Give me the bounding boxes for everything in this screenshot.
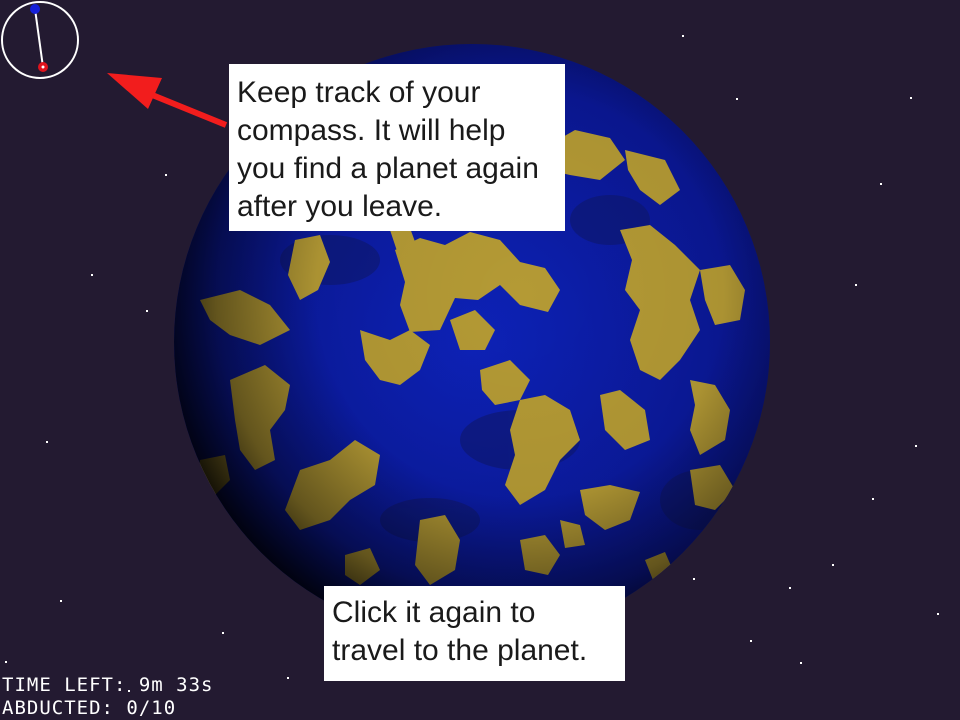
pointer-arrow-icon xyxy=(107,73,228,128)
star xyxy=(855,284,857,286)
star xyxy=(750,640,752,642)
star xyxy=(682,35,684,37)
star xyxy=(937,613,939,615)
abducted-readout: ABDUCTED: 0/10 xyxy=(2,697,176,719)
time-left-value: 9m 33s xyxy=(138,674,214,696)
travel-tooltip: Click it again to travel to the planet. xyxy=(324,586,625,681)
star xyxy=(5,661,7,663)
star xyxy=(880,183,882,185)
star xyxy=(693,578,695,580)
star xyxy=(789,587,791,589)
time-left-label: TIME LEFT: xyxy=(2,674,127,696)
star xyxy=(915,445,917,447)
compass-tooltip: Keep track of your compass. It will help… xyxy=(229,64,565,231)
star xyxy=(910,97,912,99)
star xyxy=(91,274,93,276)
star xyxy=(60,600,62,602)
time-left-readout: TIME LEFT: 9m 33s xyxy=(2,674,213,696)
abducted-label: ABDUCTED: xyxy=(2,697,114,719)
star xyxy=(165,174,167,176)
abducted-value: 0/10 xyxy=(126,697,177,719)
star xyxy=(832,564,834,566)
star xyxy=(46,441,48,443)
star xyxy=(287,677,289,679)
star xyxy=(146,310,148,312)
star xyxy=(736,98,738,100)
star xyxy=(872,498,874,500)
star xyxy=(800,662,802,664)
compass-icon xyxy=(1,1,79,79)
compass-target-marker xyxy=(30,4,40,14)
star xyxy=(222,632,224,634)
